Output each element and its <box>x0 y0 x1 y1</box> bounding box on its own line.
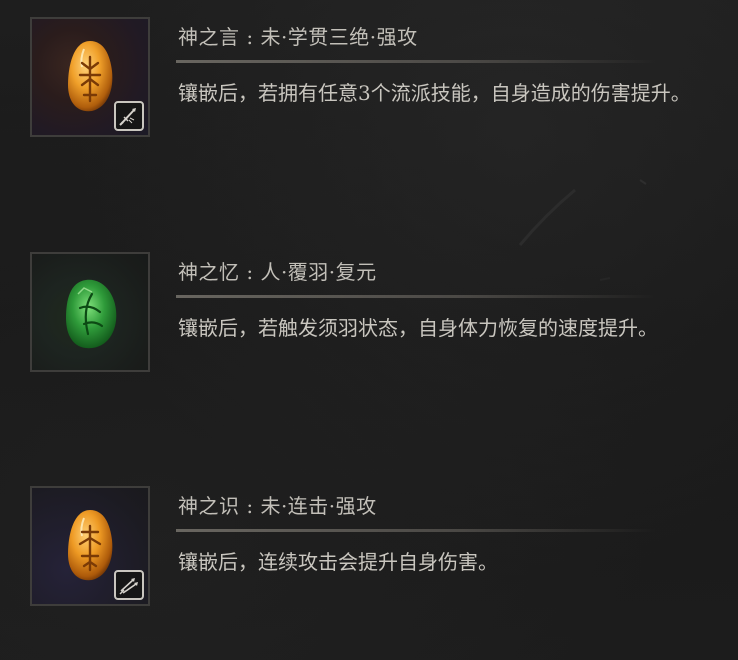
rune-title: 神之言 : 未·学贯三绝·强攻 <box>178 25 418 49</box>
rune-description: 镶嵌后，连续攻击会提升自身伤害。 <box>178 550 498 574</box>
sword-strike-badge <box>114 101 144 131</box>
rune-description: 镶嵌后，若拥有任意3个流派技能，自身造成的伤害提升。 <box>178 81 691 105</box>
sword-strike-icon <box>119 108 136 126</box>
rune-entry-1[interactable]: 神之言 : 未·学贯三绝·强攻 镶嵌后，若拥有任意3个流派技能，自身造成的伤害提… <box>30 17 720 141</box>
rune-entry-2[interactable]: 神之忆 : 人·覆羽·复元 镶嵌后，若触发须羽状态，自身体力恢复的速度提升。 <box>30 252 720 376</box>
rune-description: 镶嵌后，若触发须羽状态，自身体力恢复的速度提升。 <box>178 316 658 340</box>
emerald-rune-gem-icon <box>66 279 117 349</box>
title-divider <box>176 529 656 532</box>
rune-title: 神之识 : 未·连击·强攻 <box>178 494 377 518</box>
title-divider <box>176 295 656 298</box>
rune-slot-2[interactable] <box>30 252 150 372</box>
rune-slot-3[interactable] <box>30 486 150 606</box>
rune-title: 神之忆 : 人·覆羽·复元 <box>178 260 377 284</box>
title-divider <box>176 60 656 63</box>
rune-entry-3[interactable]: 神之识 : 未·连击·强攻 镶嵌后，连续攻击会提升自身伤害。 <box>30 486 720 610</box>
rune-slot-1[interactable] <box>30 17 150 137</box>
combo-strike-icon <box>119 578 138 595</box>
combo-strike-badge <box>114 570 144 600</box>
